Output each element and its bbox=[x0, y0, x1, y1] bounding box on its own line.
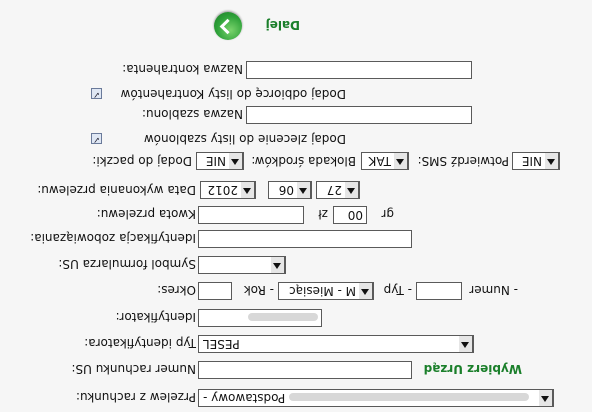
execution-month-value: 06 bbox=[278, 183, 294, 197]
package-select[interactable]: NIE bbox=[196, 152, 244, 170]
execution-day-value: 27 bbox=[326, 183, 342, 197]
add-recipient-label: Dodaj odbiorcę do listy Kontrahentów bbox=[120, 87, 346, 101]
package-label: Dodaj do paczki: bbox=[92, 154, 192, 168]
chevron-up-icon bbox=[539, 390, 553, 406]
account-number-input[interactable] bbox=[198, 361, 412, 379]
chevron-up-icon bbox=[459, 336, 473, 352]
chevron-up-icon bbox=[394, 153, 408, 169]
contractor-name-input[interactable] bbox=[246, 61, 472, 79]
identifier-type-select[interactable]: PESEL bbox=[198, 335, 474, 353]
chevron-up-icon bbox=[545, 153, 559, 169]
redacted-value bbox=[248, 313, 318, 322]
chevron-up-icon bbox=[271, 257, 285, 273]
amount-label: Kwota przelewu: bbox=[96, 207, 196, 221]
execution-day-select[interactable]: 27 bbox=[316, 181, 360, 199]
amount-zl-input[interactable] bbox=[198, 206, 304, 224]
contractor-name-label: Nazwa kontrahenta: bbox=[122, 62, 243, 76]
form-symbol-label: Symbol formularza US: bbox=[58, 257, 196, 271]
identifier-type-value: PESEL bbox=[203, 337, 240, 351]
obligation-id-label: Identyfikacja zobowiązania: bbox=[30, 231, 196, 245]
period-number-input[interactable] bbox=[416, 282, 462, 300]
amount-gr-input[interactable]: 00 bbox=[333, 206, 367, 224]
period-label: Okres: bbox=[157, 283, 196, 297]
account-number-label: Numer rachunku US: bbox=[71, 362, 196, 376]
chevron-up-icon bbox=[229, 153, 243, 169]
sms-confirm-select[interactable]: NIE bbox=[512, 152, 560, 170]
package-value: NIE bbox=[205, 154, 226, 168]
next-link[interactable]: Dalej bbox=[266, 18, 300, 32]
amount-gr-unit: gr bbox=[381, 207, 394, 221]
execution-month-select[interactable]: 06 bbox=[268, 181, 312, 199]
chevron-up-icon bbox=[359, 283, 373, 299]
transfer-form: Dalej Nazwa kontrahenta: Dodaj odbiorcę … bbox=[0, 0, 592, 412]
choose-office-link[interactable]: Wybierz Urząd bbox=[424, 362, 522, 376]
identifier-input[interactable] bbox=[198, 309, 322, 327]
obligation-id-input[interactable] bbox=[198, 230, 412, 248]
block-funds-value: TAK bbox=[368, 154, 391, 168]
block-funds-label: Blokada środków: bbox=[251, 154, 356, 168]
execution-year-select[interactable]: 2012 bbox=[200, 181, 256, 199]
period-type-value: M - Miesiąc bbox=[289, 284, 356, 298]
period-year-label: - Rok bbox=[243, 283, 274, 297]
next-arrow-icon[interactable] bbox=[214, 12, 242, 40]
chevron-up-icon bbox=[241, 182, 255, 198]
identifier-label: Identyfikator: bbox=[115, 310, 196, 324]
chevron-up-icon bbox=[297, 182, 311, 198]
template-name-label: Nazwa szablonu: bbox=[141, 107, 243, 121]
sms-confirm-label: Potwierdź SMS: bbox=[417, 154, 509, 168]
period-input[interactable] bbox=[198, 282, 232, 300]
chevron-up-icon bbox=[345, 182, 359, 198]
block-funds-select[interactable]: TAK bbox=[361, 152, 409, 170]
amount-zl-unit: zł bbox=[318, 207, 328, 221]
add-order-checkbox[interactable]: ✓ bbox=[91, 133, 102, 144]
from-account-text: Podstawowy - bbox=[203, 391, 286, 405]
form-symbol-select[interactable] bbox=[198, 256, 286, 274]
redacted-value bbox=[289, 393, 530, 402]
add-order-label: Dodaj zlecenie do listy szablonów bbox=[143, 132, 346, 146]
from-account-value: Podstawowy - bbox=[203, 390, 530, 406]
period-type-select[interactable]: M - Miesiąc bbox=[278, 282, 374, 300]
from-account-select[interactable]: Podstawowy - bbox=[198, 389, 554, 407]
identifier-type-label: Typ identyfikatora: bbox=[84, 336, 196, 350]
from-account-label: Przelew z rachunku: bbox=[75, 390, 196, 404]
template-name-input[interactable] bbox=[246, 106, 472, 124]
execution-date-label: Data wykonania przelewu: bbox=[37, 183, 196, 197]
sms-confirm-value: NIE bbox=[521, 154, 542, 168]
execution-year-value: 2012 bbox=[207, 183, 238, 197]
period-type-label: - Typ bbox=[383, 283, 412, 297]
add-recipient-checkbox[interactable]: ✓ bbox=[91, 88, 102, 99]
period-number-label: - Numer bbox=[469, 283, 518, 297]
